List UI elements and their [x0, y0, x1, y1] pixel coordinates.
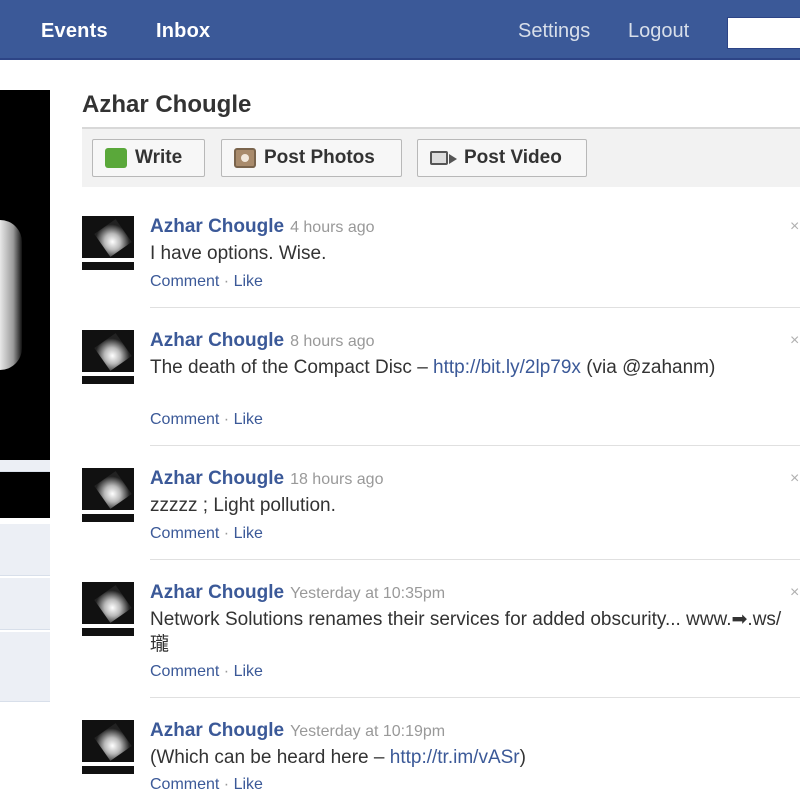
story-divider	[150, 559, 800, 560]
write-button-label: Write	[135, 147, 183, 168]
nav-inbox-link[interactable]: Inbox	[156, 20, 210, 43]
story-author-link[interactable]: Azhar Chougle Yesterday at 10:35pm	[150, 582, 445, 604]
post-photos-button[interactable]: Post Photos	[221, 139, 402, 177]
like-link[interactable]: Like	[234, 411, 263, 428]
nav-events-link[interactable]: Events	[41, 20, 108, 43]
story-link[interactable]: http://tr.im/vASr	[390, 747, 520, 768]
story-text: I have options. Wise.	[150, 243, 327, 264]
like-link[interactable]: Like	[234, 776, 263, 793]
comment-link[interactable]: Comment	[150, 411, 219, 428]
hide-story-icon[interactable]: ×	[790, 584, 799, 602]
hide-story-icon[interactable]: ×	[790, 470, 799, 488]
publisher-bar: Write Post Photos Post Video	[82, 127, 800, 187]
profile-picture[interactable]	[0, 90, 50, 518]
hide-story-icon[interactable]: ×	[790, 332, 799, 350]
story-actions: Comment · Like	[150, 776, 263, 793]
avatar[interactable]	[82, 720, 134, 774]
story-timestamp: Yesterday at 10:19pm	[290, 723, 446, 740]
story-author-link[interactable]: Azhar Chougle 8 hours ago	[150, 330, 375, 352]
profile-name-heading: Azhar Chougle	[82, 91, 252, 118]
story-actions: Comment · Like	[150, 663, 263, 680]
story-actions: Comment · Like	[150, 273, 263, 290]
search-input[interactable]	[727, 17, 800, 49]
speech-bubble-icon	[105, 148, 127, 168]
avatar[interactable]	[82, 468, 134, 522]
sidebar-item[interactable]	[0, 632, 50, 702]
story-actions: Comment · Like	[150, 525, 263, 542]
left-sidebar	[0, 60, 52, 800]
like-link[interactable]: Like	[234, 273, 263, 290]
post-video-button-label: Post Video	[464, 147, 562, 168]
sidebar-divider	[0, 460, 50, 472]
story-author-link[interactable]: Azhar Chougle 4 hours ago	[150, 216, 375, 238]
story-timestamp: Yesterday at 10:35pm	[290, 585, 446, 602]
story-text: (Which can be heard here – http://tr.im/…	[150, 747, 526, 768]
story-divider	[150, 445, 800, 446]
story-author-link[interactable]: Azhar Chougle 18 hours ago	[150, 468, 383, 490]
photo-icon	[234, 148, 256, 168]
video-camera-icon	[430, 151, 457, 165]
story-actions: Comment · Like	[150, 411, 263, 428]
story-timestamp: 4 hours ago	[290, 219, 375, 236]
write-button[interactable]: Write	[92, 139, 205, 177]
like-link[interactable]: Like	[234, 525, 263, 542]
comment-link[interactable]: Comment	[150, 525, 219, 542]
comment-link[interactable]: Comment	[150, 776, 219, 793]
avatar[interactable]	[82, 582, 134, 636]
story-divider	[150, 307, 800, 308]
top-navigation-bar: Events Inbox Settings Logout	[0, 0, 800, 60]
like-link[interactable]: Like	[234, 663, 263, 680]
comment-link[interactable]: Comment	[150, 663, 219, 680]
nav-logout-link[interactable]: Logout	[628, 20, 689, 43]
story-text: Network Solutions renames their services…	[150, 609, 782, 655]
story-text: zzzzz ; Light pollution.	[150, 495, 336, 516]
story-timestamp: 18 hours ago	[290, 471, 384, 488]
post-photos-button-label: Post Photos	[264, 147, 375, 168]
story-author-link[interactable]: Azhar Chougle Yesterday at 10:19pm	[150, 720, 445, 742]
avatar[interactable]	[82, 216, 134, 270]
avatar[interactable]	[82, 330, 134, 384]
comment-link[interactable]: Comment	[150, 273, 219, 290]
story-divider	[150, 697, 800, 698]
story-link[interactable]: http://bit.ly/2lp79x	[433, 357, 581, 378]
nav-settings-link[interactable]: Settings	[518, 20, 590, 43]
hide-story-icon[interactable]: ×	[790, 218, 799, 236]
story-text: The death of the Compact Disc – http://b…	[150, 357, 716, 378]
story-timestamp: 8 hours ago	[290, 333, 375, 350]
post-video-button[interactable]: Post Video	[417, 139, 587, 177]
sidebar-item[interactable]	[0, 578, 50, 630]
profile-picture-detail	[0, 220, 22, 370]
sidebar-item[interactable]	[0, 524, 50, 576]
